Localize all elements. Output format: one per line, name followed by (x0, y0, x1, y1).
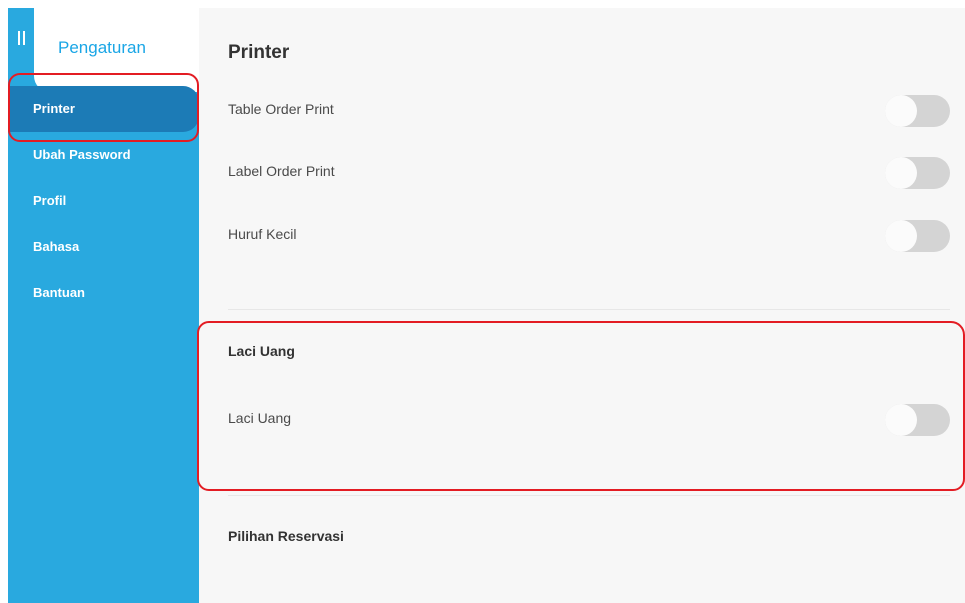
setting-label: Laci Uang (228, 410, 292, 426)
section-title-pilihan-reservasi: Pilihan Reservasi (228, 528, 344, 544)
page-title: Printer (228, 42, 290, 63)
setting-row-table-order-print: Table Order Print (228, 91, 950, 131)
sidebar-item-label: Printer (33, 101, 75, 116)
section-divider (228, 309, 950, 310)
huruf-kecil-toggle[interactable] (885, 220, 950, 252)
sidebar-item-label: Bahasa (33, 239, 80, 254)
sidebar-title: Pengaturan (58, 38, 146, 57)
toggle-knob (885, 404, 917, 436)
sidebar: Pengaturan Printer Ubah Password Profil … (8, 8, 199, 603)
sidebar-item-label: Bantuan (33, 285, 85, 300)
sidebar-item-label: Ubah Password (33, 147, 131, 162)
setting-row-huruf-kecil: Huruf Kecil (228, 216, 950, 256)
sidebar-item-bahasa[interactable]: Bahasa (8, 224, 199, 270)
setting-row-laci-uang: Laci Uang (228, 400, 950, 440)
menu-icon (17, 31, 25, 45)
sidebar-nav: Printer Ubah Password Profil Bahasa Bant… (8, 86, 199, 316)
menu-toggle-button[interactable] (8, 8, 34, 92)
toggle-knob (885, 95, 917, 127)
toggle-knob (885, 220, 917, 252)
sidebar-item-printer[interactable]: Printer (8, 86, 199, 132)
sidebar-item-profil[interactable]: Profil (8, 178, 199, 224)
toggle-knob (885, 157, 917, 189)
section-title-laci-uang: Laci Uang (228, 343, 295, 359)
sidebar-item-bantuan[interactable]: Bantuan (8, 270, 199, 316)
sidebar-item-label: Profil (33, 193, 67, 208)
setting-row-label-order-print: Label Order Print (228, 153, 950, 193)
setting-label: Label Order Print (228, 163, 335, 179)
label-order-print-toggle[interactable] (885, 157, 950, 189)
setting-label: Huruf Kecil (228, 226, 297, 242)
table-order-print-toggle[interactable] (885, 95, 950, 127)
laci-uang-toggle[interactable] (885, 404, 950, 436)
sidebar-item-ubah-password[interactable]: Ubah Password (8, 132, 199, 178)
settings-content: Printer Table Order Print Label Order Pr… (199, 8, 965, 603)
section-divider (228, 495, 950, 496)
setting-label: Table Order Print (228, 101, 334, 117)
